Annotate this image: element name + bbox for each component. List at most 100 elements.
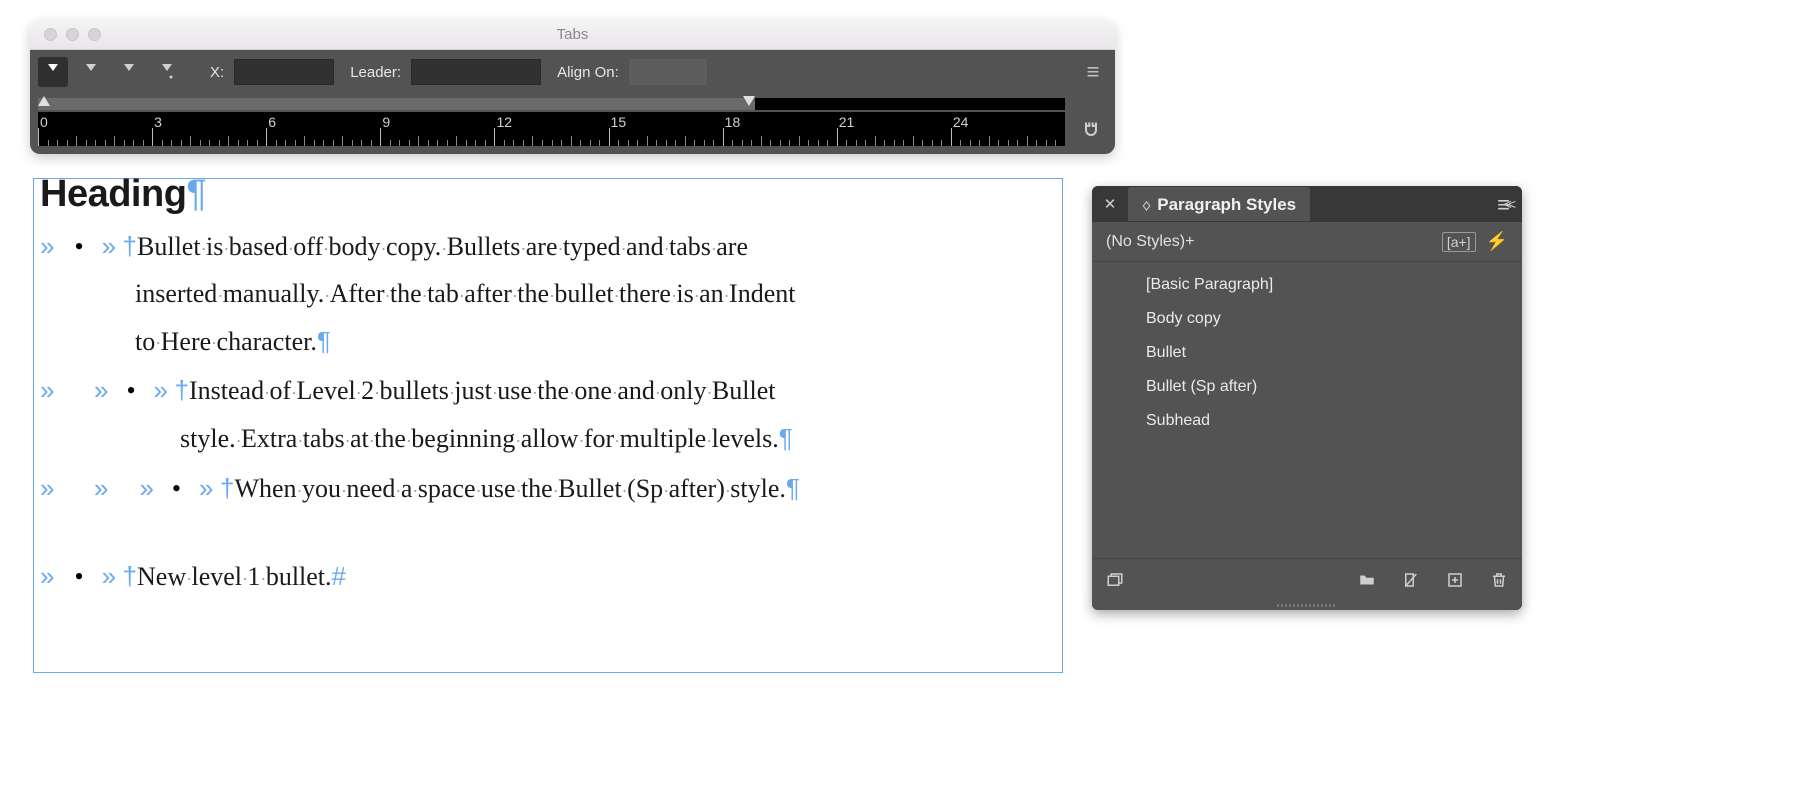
left-tab-button[interactable] — [38, 57, 68, 87]
right-indent-marker[interactable] — [743, 96, 755, 106]
space-char-icon — [512, 280, 517, 312]
body-text: WhenyouneedaspaceusetheBullet(Spafter)st… — [234, 474, 785, 503]
indent-to-here-icon: † — [123, 561, 137, 591]
new-style-icon[interactable] — [1446, 571, 1464, 589]
style-item-subhead[interactable]: Subhead — [1092, 404, 1522, 438]
space-char-icon — [569, 377, 574, 409]
tabs-panel-title: Tabs — [30, 26, 1115, 43]
paragraph-styles-header[interactable]: ✕ Paragraph Styles << — [1092, 186, 1522, 222]
style-group-icon[interactable] — [1358, 571, 1376, 589]
text-frame[interactable]: Heading¶ »•» †Bulletisbasedoffbodycopy.B… — [33, 178, 1063, 673]
space-char-icon — [223, 233, 228, 265]
close-icon[interactable]: ✕ — [1102, 195, 1118, 213]
space-char-icon — [515, 425, 520, 457]
style-item-bullet[interactable]: Bullet — [1092, 336, 1522, 370]
space-char-icon — [412, 475, 417, 507]
tab-char-icon: » — [102, 561, 116, 591]
paragraph-styles-tab[interactable]: Paragraph Styles — [1128, 187, 1310, 221]
space-char-icon — [621, 233, 626, 265]
space-char-icon — [553, 475, 558, 507]
tabs-panel: Tabs X: Leader: Align On: — [30, 20, 1115, 154]
space-char-icon — [663, 475, 668, 507]
first-line-indent-marker[interactable] — [38, 96, 50, 106]
ruler-overflow-region — [755, 98, 1065, 110]
space-char-icon — [612, 377, 617, 409]
ruler-track[interactable] — [38, 98, 1065, 110]
space-char-icon — [706, 425, 711, 457]
quick-apply-icon[interactable]: ⚡ — [1486, 231, 1508, 252]
space-char-icon — [356, 377, 361, 409]
pilcrow-icon: ¶ — [317, 326, 331, 356]
ruler-number: 15 — [611, 114, 627, 130]
heading-text: Heading¶ — [40, 175, 1056, 213]
space-char-icon — [711, 233, 716, 265]
trash-icon[interactable] — [1490, 571, 1508, 589]
space-char-icon — [614, 280, 619, 312]
space-char-icon — [724, 280, 729, 312]
snap-magnet-icon[interactable] — [1077, 116, 1105, 144]
bullet-icon: • — [74, 562, 83, 591]
current-style-name[interactable]: (No Styles)+ — [1106, 233, 1432, 251]
cc-libraries-icon[interactable] — [1106, 571, 1124, 589]
panel-resize-grip[interactable] — [1092, 600, 1522, 610]
tab-char-icon: » — [199, 473, 213, 503]
override-badge[interactable]: [a+] — [1442, 232, 1476, 252]
paragraph-styles-menu-icon[interactable]: ≡ — [1497, 192, 1510, 218]
space-char-icon — [520, 233, 525, 265]
paragraph-styles-footer — [1092, 558, 1522, 600]
bullet-icon: • — [126, 376, 135, 405]
space-char-icon — [614, 425, 619, 457]
space-char-icon — [374, 377, 379, 409]
decimal-tab-button[interactable] — [152, 57, 182, 87]
space-char-icon — [549, 280, 554, 312]
space-char-icon — [671, 280, 676, 312]
space-char-icon — [395, 475, 400, 507]
space-char-icon — [449, 377, 454, 409]
body-text: Newlevel1bullet. — [137, 562, 332, 591]
tabs-titlebar[interactable]: Tabs — [30, 20, 1115, 50]
space-char-icon — [381, 233, 386, 265]
indent-to-here-icon: † — [123, 231, 137, 261]
pilcrow-icon: ¶ — [779, 423, 793, 453]
space-char-icon — [345, 425, 350, 457]
style-item-body-copy[interactable]: Body copy — [1092, 302, 1522, 336]
leader-input[interactable] — [411, 59, 541, 85]
indent-to-here-icon: † — [175, 375, 189, 405]
bullet-icon: • — [172, 474, 181, 503]
ruler-number: 18 — [725, 114, 741, 130]
bullet-paragraph-2: » »•» †InsteadofLevel2bulletsjustusetheo… — [40, 367, 1056, 463]
space-char-icon — [476, 475, 481, 507]
space-char-icon — [291, 377, 296, 409]
tab-alignment-group — [38, 57, 182, 87]
space-char-icon — [422, 280, 427, 312]
body-text: Bulletisbasedoffbodycopy.Bulletsaretyped… — [137, 232, 748, 261]
ruler-number: 3 — [154, 114, 162, 130]
ruler-number: 24 — [953, 114, 969, 130]
bullet-icon: • — [74, 232, 83, 261]
space-char-icon — [201, 233, 206, 265]
tab-char-icon: » — [102, 231, 116, 261]
space-char-icon — [694, 280, 699, 312]
space-char-icon — [211, 327, 216, 359]
pilcrow-icon: ¶ — [786, 473, 800, 503]
tabs-panel-menu-icon[interactable] — [1079, 58, 1107, 86]
space-char-icon — [242, 563, 247, 595]
tab-char-icon: » — [94, 375, 108, 405]
x-input[interactable] — [234, 59, 334, 85]
clear-overrides-icon[interactable] — [1402, 571, 1420, 589]
space-char-icon — [155, 327, 160, 359]
tab-char-icon: » — [40, 561, 54, 591]
style-item-basic-paragraph[interactable]: [Basic Paragraph] — [1092, 268, 1522, 302]
paragraph-styles-current-row: (No Styles)+ [a+] ⚡ ≡ — [1092, 222, 1522, 262]
space-char-icon — [492, 377, 497, 409]
style-item-bullet-sp-after[interactable]: Bullet (Sp after) — [1092, 370, 1522, 404]
space-char-icon — [369, 425, 374, 457]
tabs-ruler[interactable]: 03691215182124 — [38, 112, 1065, 146]
space-char-icon — [264, 377, 269, 409]
space-char-icon — [217, 280, 222, 312]
body-text: toHerecharacter. — [135, 327, 317, 356]
tabs-ruler-area: 03691215182124 — [30, 94, 1115, 154]
alignon-input[interactable] — [629, 59, 707, 85]
right-tab-button[interactable] — [114, 57, 144, 87]
center-tab-button[interactable] — [76, 57, 106, 87]
